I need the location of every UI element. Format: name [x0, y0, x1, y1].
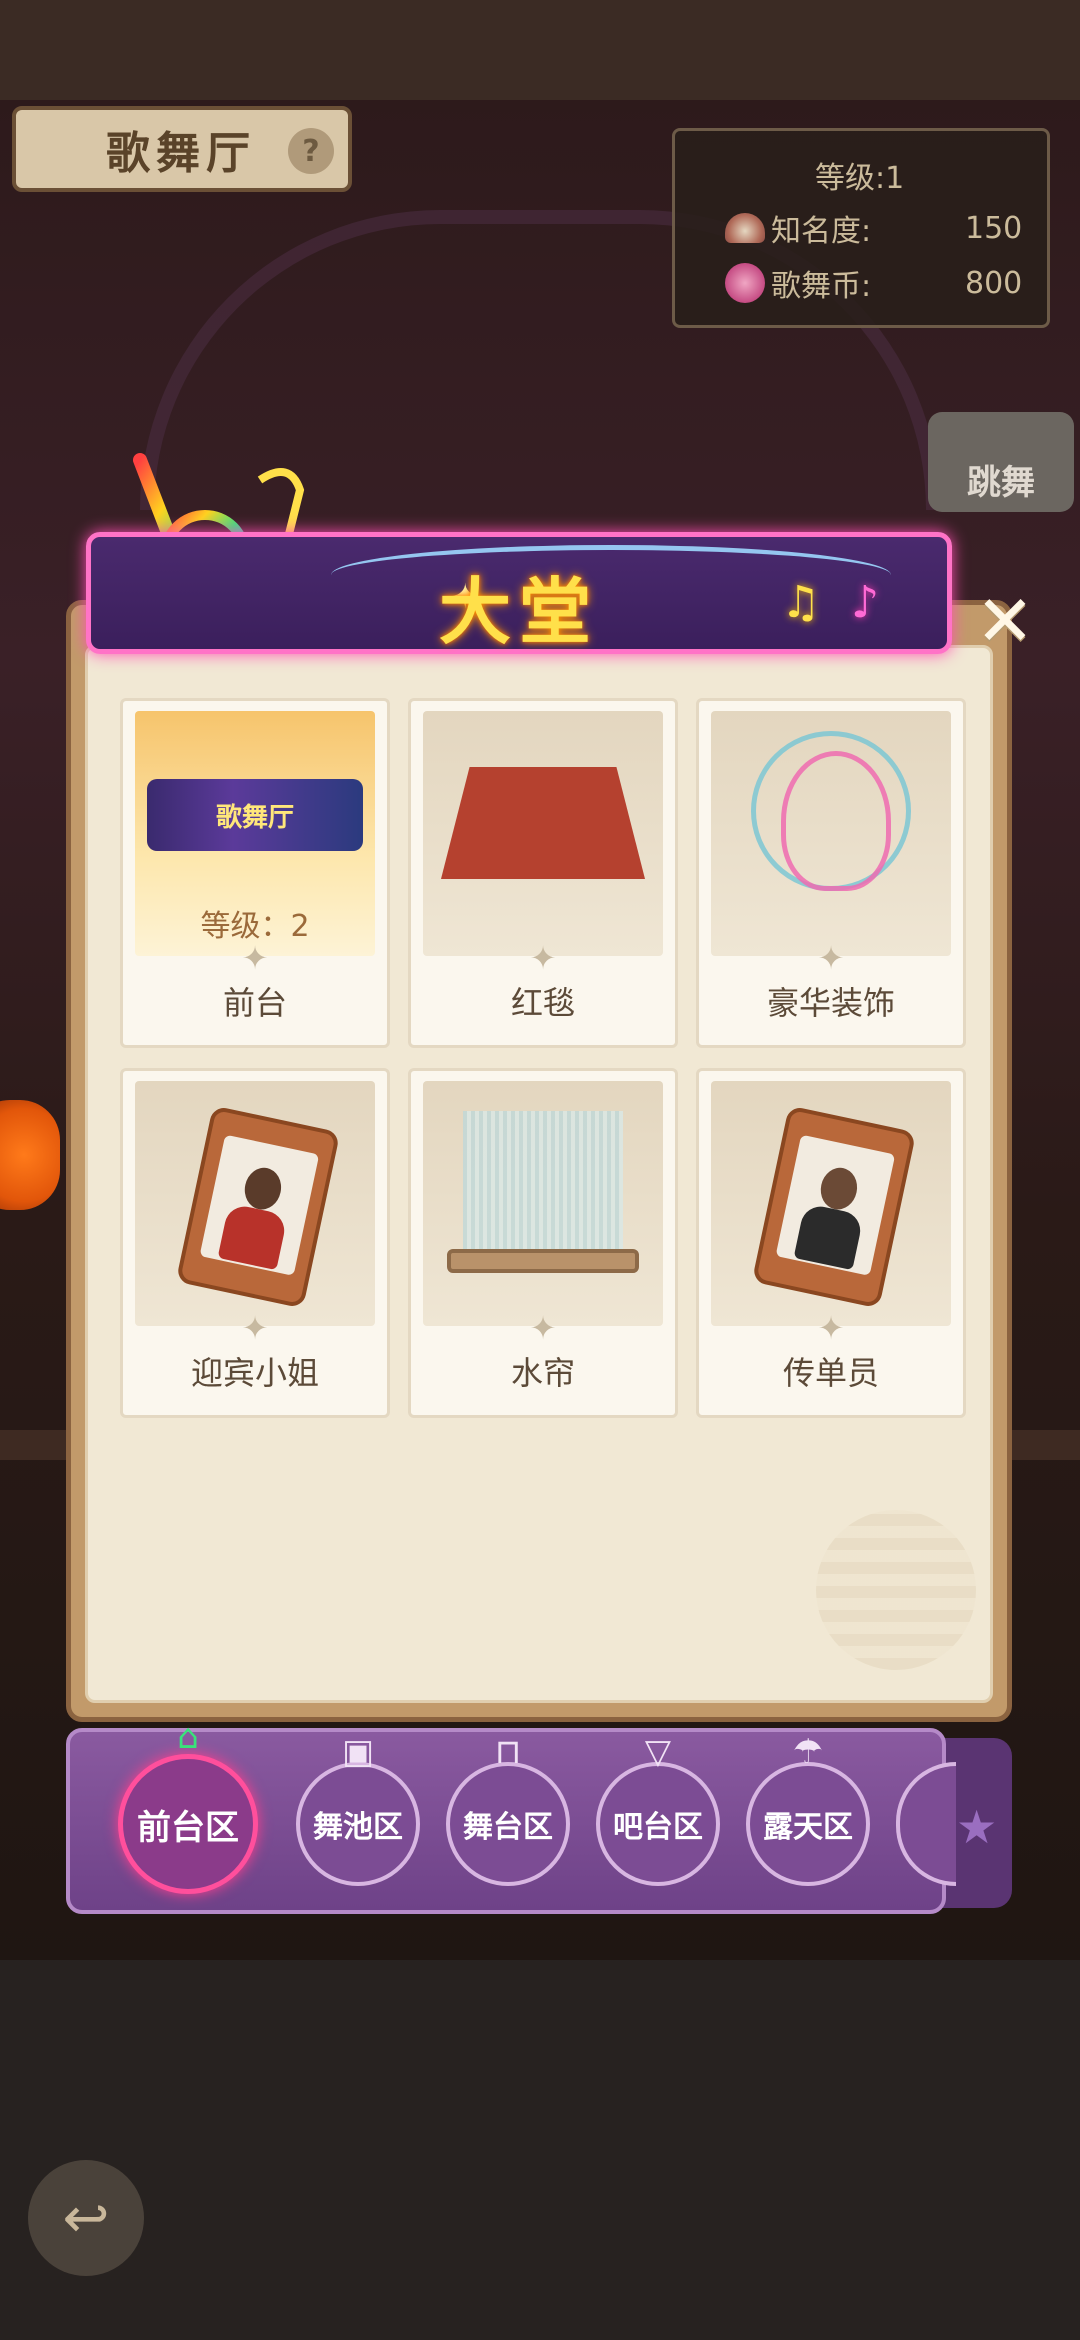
front-desk-icon: ⌂	[177, 1717, 199, 1757]
tab-label: 露天区	[763, 1810, 853, 1845]
portrait-head	[816, 1164, 861, 1213]
item-card-red-carpet[interactable]: ✦ 红毯	[408, 698, 678, 1048]
item-card-hostess[interactable]: ✦ 迎宾小姐	[120, 1068, 390, 1418]
tab-bar-area[interactable]: ▽ 吧台区	[596, 1732, 720, 1886]
item-label: 豪华装饰	[766, 984, 895, 1022]
sparkle-icon: ✦	[529, 1309, 557, 1347]
item-image	[423, 1081, 663, 1326]
tab-label: 舞池区	[313, 1810, 403, 1845]
tab-outdoor-area[interactable]: ☂ 露天区	[746, 1732, 870, 1886]
tab-label: 舞台区	[463, 1810, 553, 1845]
tab-stage-area[interactable]: ⊓ 舞台区	[446, 1732, 570, 1886]
help-icon[interactable]: ?	[288, 128, 334, 174]
item-image	[711, 1081, 951, 1326]
back-button[interactable]: ↩	[28, 2160, 144, 2276]
id-badge-image	[751, 1105, 917, 1309]
music-note-icon: ♫	[781, 577, 821, 628]
coin-value: 800	[965, 265, 1023, 301]
fame-value: 150	[965, 210, 1023, 246]
item-label: 迎宾小姐	[190, 1354, 319, 1392]
parasol-icon: ☂	[792, 1732, 824, 1772]
logo-text: 歌舞厅	[215, 802, 294, 833]
sparkle-icon: ✦	[817, 939, 845, 977]
dance-button[interactable]: 跳舞	[928, 412, 1074, 512]
item-image	[711, 711, 951, 956]
item-label: 前台	[222, 984, 287, 1022]
water-curtain-image	[463, 1111, 623, 1261]
sparkle-icon: ✦	[241, 939, 269, 977]
back-arrow-icon: ↩	[62, 2185, 110, 2251]
neon-title-banner: ✦ 大堂 ♫ ♪	[86, 532, 952, 654]
item-label: 红毯	[510, 984, 575, 1022]
coin-label: 歌舞币:	[771, 269, 872, 304]
fame-label: 知名度:	[771, 214, 872, 249]
tab-front-desk-area[interactable]: ⌂ 前台区	[118, 1717, 258, 1894]
item-card-luxury-decor[interactable]: ✦ 豪华装饰	[696, 698, 966, 1048]
portrait-image	[199, 1134, 320, 1276]
close-button[interactable]: ✕	[970, 586, 1040, 656]
venue-title: 歌舞厅	[106, 128, 256, 179]
item-label: 水帘	[510, 1354, 575, 1392]
wine-glass-icon: ▽	[644, 1732, 672, 1772]
id-badge-image	[175, 1105, 341, 1309]
top-strip	[0, 0, 1080, 100]
tab-label: 前台区	[137, 1807, 239, 1848]
red-carpet-image	[441, 767, 645, 879]
item-card-flyer-person[interactable]: ✦ 传单员	[696, 1068, 966, 1418]
disco-ball-decoration	[816, 1510, 976, 1670]
tab-dance-floor-area[interactable]: ▣ 舞池区	[296, 1732, 420, 1886]
venue-title-plate: 歌舞厅 ?	[12, 106, 352, 192]
stats-panel: 等级:1 知名度: 150 歌舞币: 800	[672, 128, 1050, 328]
sparkle-icon: ✦	[241, 1309, 269, 1347]
portrait-body	[793, 1202, 864, 1271]
fountain-base	[447, 1249, 639, 1273]
item-card-front-desk[interactable]: 歌舞厅 等级：2 ✦ 前台	[120, 698, 390, 1048]
coin-icon	[725, 263, 765, 303]
item-card-water-curtain[interactable]: ✦ 水帘	[408, 1068, 678, 1418]
sparkle-icon: ✦	[817, 1309, 845, 1347]
music-note-icon: ♪	[851, 577, 880, 628]
character-peek	[0, 1100, 60, 1210]
dance-hall-logo: 歌舞厅	[147, 779, 363, 851]
item-image	[423, 711, 663, 956]
sparkle-icon: ✦	[529, 939, 557, 977]
dance-button-label: 跳舞	[967, 463, 1035, 503]
fame-stat: 知名度: 150	[725, 206, 1022, 250]
item-image	[135, 1081, 375, 1326]
portrait-image	[775, 1134, 896, 1276]
star-icon: ★	[956, 1800, 998, 1854]
coin-stat: 歌舞币: 800	[725, 261, 1022, 305]
portrait-head	[240, 1164, 285, 1213]
bottom-strip	[0, 1960, 1080, 2340]
dancer-silhouette-image	[781, 751, 891, 891]
level-stat: 等级:1	[815, 153, 904, 197]
shell-icon	[725, 213, 765, 243]
level-label: 等级:1	[815, 161, 905, 196]
curtain-icon: ⊓	[494, 1732, 522, 1772]
item-label: 传单员	[782, 1354, 879, 1392]
tab-label: 吧台区	[613, 1810, 703, 1845]
portrait-body	[217, 1202, 288, 1271]
speaker-icon: ▣	[341, 1732, 375, 1772]
